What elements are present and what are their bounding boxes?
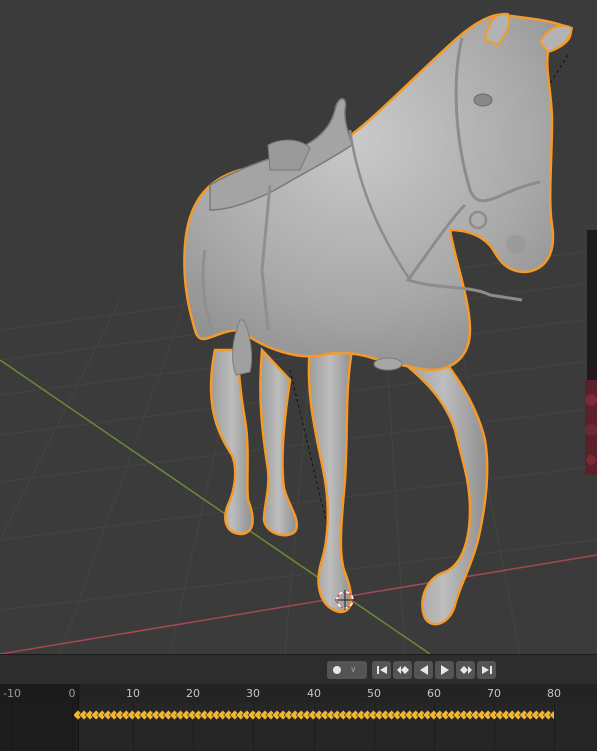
keyframe-row[interactable]	[74, 709, 554, 721]
ruler-label: 70	[487, 687, 501, 700]
next-keyframe-icon	[459, 666, 472, 674]
jump-start-icon	[376, 666, 387, 674]
chevron-down-icon: ∨	[350, 665, 357, 675]
play-reverse-icon	[419, 665, 428, 675]
timeline-editor[interactable]: ∨ -10 0 10 20 30 40 50 60 70 80	[0, 654, 597, 751]
play-icon	[440, 665, 449, 675]
auto-keying-toggle[interactable]: ∨	[327, 661, 367, 679]
ruler-label: 60	[427, 687, 441, 700]
out-of-range-shade	[0, 684, 78, 751]
ruler-label: 80	[547, 687, 561, 700]
horse-model[interactable]	[183, 12, 574, 626]
frame-ruler[interactable]: -10 0 10 20 30 40 50 60 70 80	[0, 684, 597, 703]
record-icon	[333, 666, 341, 674]
3d-viewport[interactable]	[0, 0, 597, 654]
background-object	[585, 230, 597, 475]
horse-eye	[473, 93, 493, 107]
ruler-label: 30	[246, 687, 260, 700]
timeline-header: ∨	[0, 655, 597, 684]
ruler-label: 20	[186, 687, 200, 700]
play-reverse-button[interactable]	[414, 661, 433, 679]
jump-end-icon	[481, 666, 492, 674]
jump-to-previous-keyframe-button[interactable]	[393, 661, 412, 679]
play-button[interactable]	[435, 661, 454, 679]
jump-to-end-button[interactable]	[477, 661, 496, 679]
playback-controls	[372, 661, 496, 679]
ruler-label: 50	[367, 687, 381, 700]
ruler-label: 40	[307, 687, 321, 700]
jump-to-next-keyframe-button[interactable]	[456, 661, 475, 679]
ruler-label: 10	[126, 687, 140, 700]
viewport-scene	[0, 12, 597, 654]
jump-to-start-button[interactable]	[372, 661, 391, 679]
prev-keyframe-icon	[396, 666, 409, 674]
